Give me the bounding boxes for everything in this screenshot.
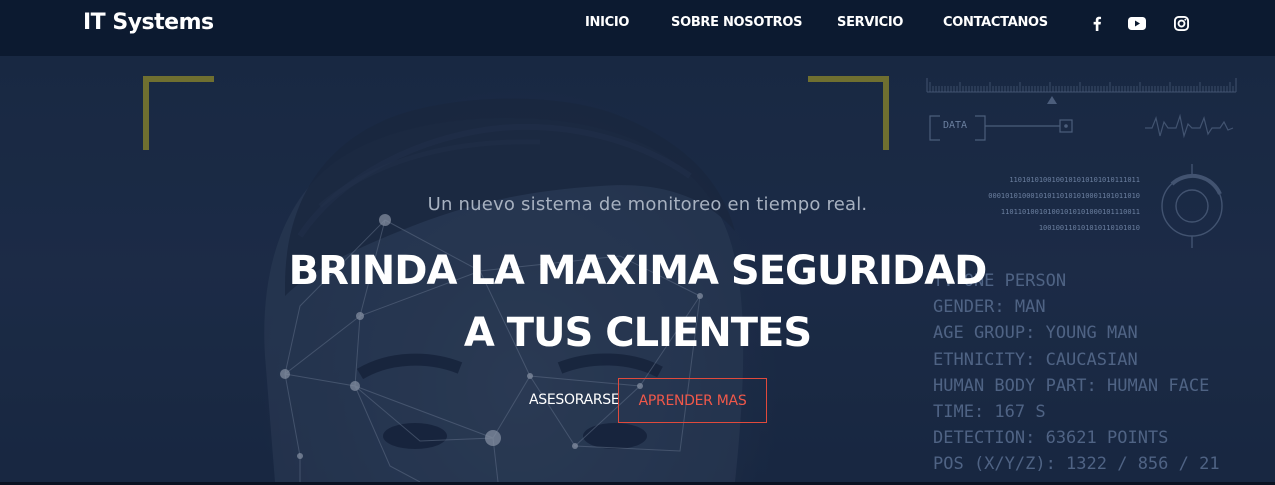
navbar: IT Systems INICIO SOBRE NOSOTROS SERVICI… (0, 0, 1275, 56)
hud-line: DETECTION: 63621 POINTS (933, 428, 1169, 449)
nav-link-inicio[interactable]: INICIO (585, 15, 629, 30)
hud-line: POS (X/Y/Z): 1322 / 856 / 21 (933, 454, 1220, 475)
hud-binary-line: 100100110101010110101010 (1038, 224, 1140, 232)
hero-headline-line1: BRINDA LA MAXIMA SEGURIDAD (288, 248, 988, 294)
aprender-mas-label: APRENDER MAS (638, 392, 747, 409)
aprender-mas-button[interactable]: APRENDER MAS (618, 378, 767, 423)
instagram-icon[interactable] (1172, 14, 1190, 32)
hud-data-label: DATA (943, 120, 968, 131)
hero-subtitle: Un nuevo sistema de monitoreo en tiempo … (0, 194, 1275, 218)
hud-info-text: T: ONE PERSON GENDER: MAN AGE GROUP: YOUNG… (933, 268, 1220, 478)
nav-links: INICIO SOBRE NOSOTROS SERVICIO CONTACTAN… (0, 15, 1275, 35)
hero-headline-line2: A TUS CLIENTES (463, 310, 812, 356)
facebook-icon[interactable] (1088, 14, 1106, 32)
nav-link-sobre-nosotros[interactable]: SOBRE NOSOTROS (671, 15, 802, 30)
nav-link-servicio[interactable]: SERVICIO (837, 15, 903, 30)
hero-subtitle-text: Un nuevo sistema de monitoreo en tiempo … (427, 194, 868, 215)
hud-binary-line: 1101010100100101010101010111011 (1009, 176, 1140, 184)
hud-line: HUMAN BODY PART: HUMAN FACE (933, 375, 1210, 396)
hud-line: TIME: 167 S (933, 402, 1046, 423)
asesorarse-button[interactable]: ASESORARSE (529, 392, 620, 408)
nav-link-contactanos[interactable]: CONTACTANOS (943, 15, 1048, 30)
youtube-icon[interactable] (1128, 14, 1146, 32)
